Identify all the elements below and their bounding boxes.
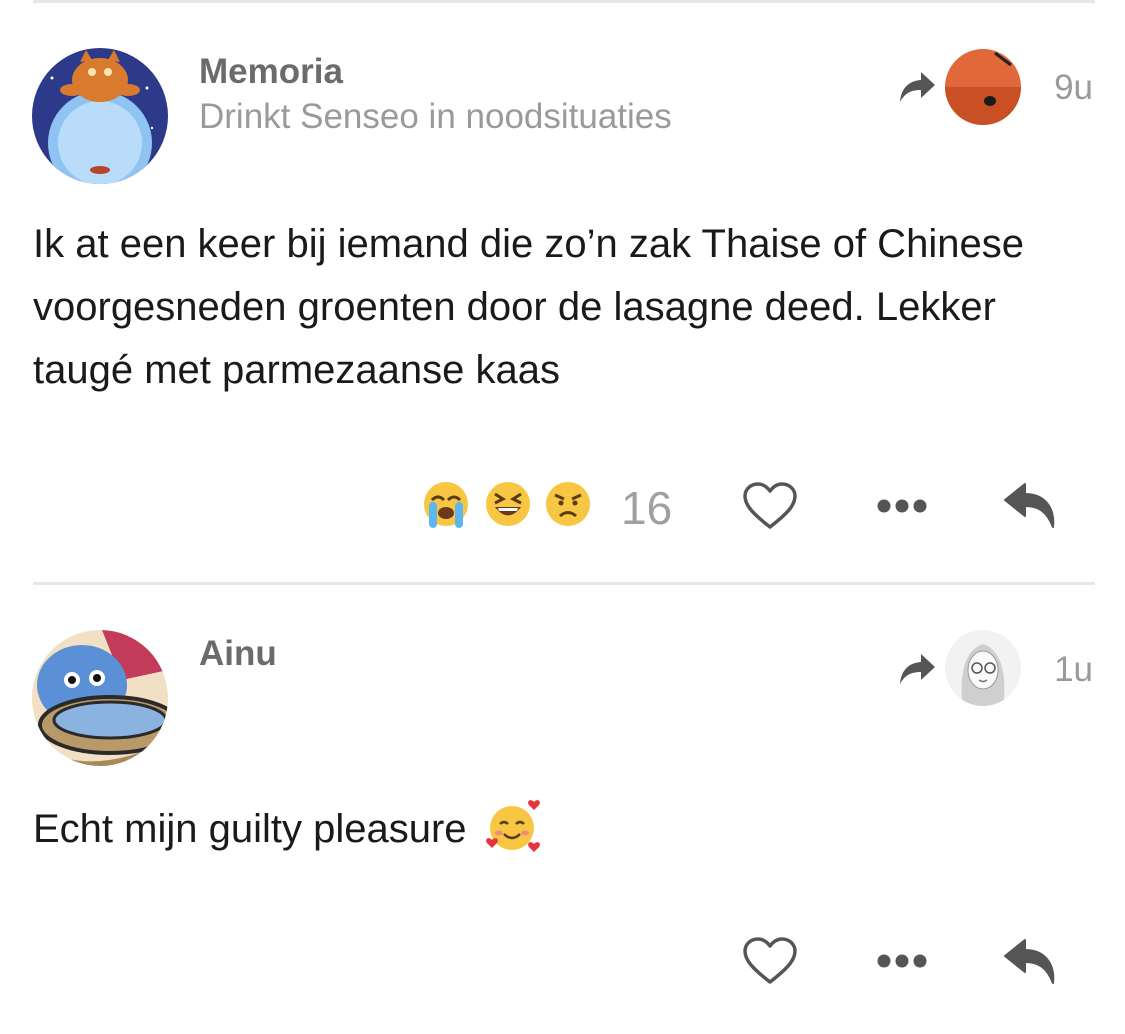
smiling-face-with-hearts-emoji-icon — [485, 800, 540, 852]
avatar-memoria[interactable] — [32, 48, 168, 184]
reply-icon[interactable] — [1003, 482, 1059, 530]
angry-emoji-icon[interactable] — [544, 480, 592, 528]
more-icon[interactable] — [876, 498, 928, 514]
comment-text: Ik at een keer bij iemand die zo’n zak T… — [33, 222, 1024, 392]
comment-divider — [33, 582, 1095, 585]
comment-ainu: Ainu 1u Echt mijn guilty pleasure — [0, 590, 1125, 1034]
timestamp: 1u — [1054, 650, 1093, 689]
author-name[interactable]: Memoria — [199, 52, 343, 92]
reply-to-icon — [900, 654, 935, 684]
comment-text-content: Echt mijn guilty pleasure — [33, 807, 467, 851]
comment-memoria: Memoria Drinkt Senseo in noodsituaties 9… — [0, 0, 1125, 580]
reply-to-icon — [900, 72, 935, 102]
avatar-ainu[interactable] — [32, 630, 168, 766]
author-name[interactable]: Ainu — [199, 634, 277, 674]
more-icon[interactable] — [876, 953, 928, 969]
reply-to-avatar[interactable] — [945, 49, 1021, 125]
heart-icon[interactable] — [742, 936, 798, 986]
reaction-count[interactable]: 16 — [621, 481, 672, 535]
grinning-squinting-emoji-icon[interactable] — [484, 480, 532, 528]
author-tagline: Drinkt Senseo in noodsituaties — [199, 97, 672, 136]
heart-icon[interactable] — [742, 481, 798, 531]
comment-text: Echt mijn guilty pleasure — [33, 796, 1093, 861]
reply-to-avatar[interactable] — [945, 630, 1021, 706]
timestamp: 9u — [1054, 68, 1093, 107]
reply-icon[interactable] — [1003, 938, 1059, 986]
loudly-crying-emoji-icon[interactable] — [422, 480, 470, 528]
